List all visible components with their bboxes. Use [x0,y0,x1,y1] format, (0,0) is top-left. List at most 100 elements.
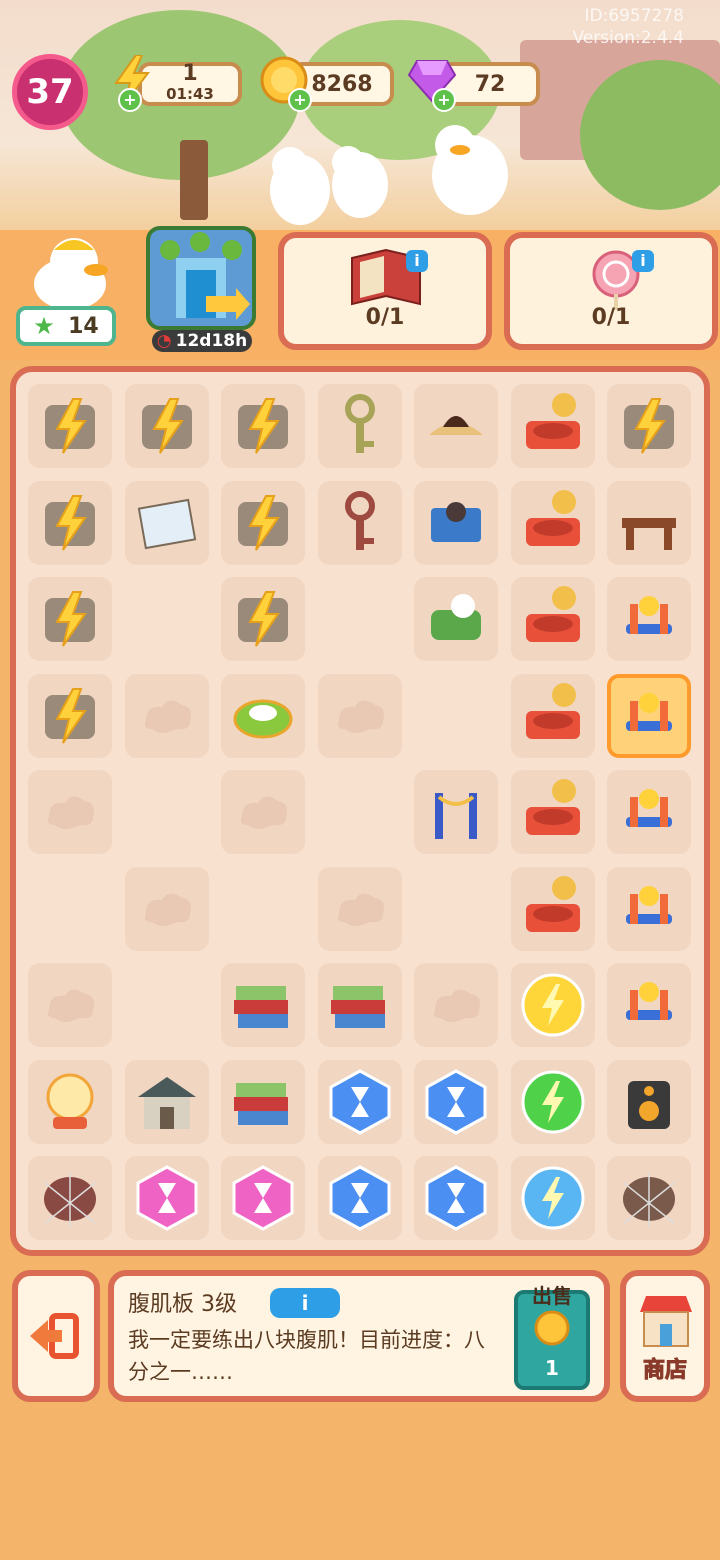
clock-icon: ◔ [156,331,172,351]
board-item-slide-toy[interactable] [607,673,691,758]
board-item-painting-locked[interactable] [124,384,209,468]
board-item-tv-locked[interactable] [28,384,112,468]
fog-icon [47,796,94,829]
board-item-speaker-box[interactable] [607,1059,691,1144]
board-item-hourglass-pink[interactable] [124,1156,209,1240]
board-item-energy-blue[interactable] [510,1156,595,1240]
board-item-fog[interactable] [28,963,112,1047]
shop-label: 商店 [642,1358,687,1384]
board-cell-empty [28,867,112,951]
stage-building-icon [525,779,580,835]
board-item-stage-building[interactable] [510,673,595,758]
board-item-bag-locked[interactable] [221,577,305,661]
sell-button[interactable]: 出售 1 [514,1284,590,1390]
board-item-house[interactable] [124,1059,209,1144]
board-item-fog[interactable] [124,673,209,758]
board-item-bench-locked[interactable] [607,384,691,468]
book-stack-icon [330,986,385,1028]
board-item-book-stack[interactable] [221,963,305,1047]
level-number: 37 [26,72,74,112]
item-info-panel: 腹肌板 3级 i 我一定要练出八块腹肌！目前进度：八分之一…… 出售 1 [108,1270,610,1402]
builder-duck-avatar[interactable] [22,228,118,310]
item-info-button[interactable]: i [270,1288,340,1318]
board-item-film-locked[interactable] [28,480,112,565]
film-locked-icon [45,494,95,551]
board-item-energy-yellow[interactable] [510,963,595,1047]
board-item-cake-web[interactable] [28,1156,112,1240]
board-item-blue-book[interactable] [414,480,498,565]
bench-locked-icon [624,398,674,454]
board-item-rope-barrier[interactable] [414,770,498,854]
add-coins-button[interactable]: + [288,88,312,112]
board-item-stage-locked[interactable] [510,480,595,565]
board-item-fog[interactable] [317,673,402,758]
quest-panel-book[interactable]: i 0/1 [278,232,492,350]
board-item-pirate-hat[interactable] [414,384,498,468]
star-counter[interactable]: ★ 14 [16,306,116,346]
board-cell-empty [318,577,402,661]
board-item-energy-green[interactable] [510,1059,595,1144]
board-item-book-stack[interactable] [317,963,402,1047]
board-item-key-brown[interactable] [317,480,402,565]
board-item-hourglass-blue[interactable] [414,1156,498,1240]
rocker-toy-icon [626,885,672,924]
quest-info-button[interactable]: i [632,250,654,272]
board-item-pillow-bag[interactable] [221,673,305,758]
board-item-stage-building[interactable] [510,866,595,951]
board-item-photo[interactable] [124,480,209,565]
board-item-fog[interactable] [414,963,498,1047]
add-gems-button[interactable]: + [432,88,456,112]
event-gate-button[interactable] [146,226,256,330]
tree-trunk [180,140,208,220]
exit-button[interactable] [12,1270,100,1402]
board-item-book-stack[interactable] [221,1059,305,1144]
board-item-log-web[interactable] [607,1156,691,1240]
bench-icon [622,517,676,550]
version-text: Version:2.4.4 [572,28,685,48]
sell-label: 出售 [532,1284,572,1308]
energy-yellow-icon [521,973,584,1037]
board-item-bag-locked[interactable] [221,384,305,468]
board-item-key-green[interactable] [317,384,402,468]
fog-icon [433,989,480,1022]
board-item-swing-toy[interactable] [607,770,691,854]
film-locked-icon [45,591,95,647]
board-item-hourglass-blue[interactable] [317,1156,402,1240]
hourglass-blue-icon [329,1068,390,1135]
log-web-icon [623,1173,675,1227]
board-item-hourglass-pink[interactable] [221,1156,305,1240]
board-item-exercise-bike[interactable] [607,963,691,1047]
board-item-fog[interactable] [28,770,112,854]
add-energy-button[interactable]: + [118,88,142,112]
board-item-hourglass-blue[interactable] [414,1059,498,1144]
board-item-stage-building[interactable] [510,770,595,854]
board-item-fog[interactable] [221,770,305,854]
key-brown-icon [344,490,375,550]
star-icon: ★ [33,312,55,340]
board-item-film-locked[interactable] [28,577,112,661]
quest-panel-lollipop[interactable]: i 0/1 [504,232,718,350]
board-item-globe-lamp[interactable] [28,1059,112,1144]
quest-progress: 0/1 [365,305,405,330]
energy-blue-icon [521,1166,584,1230]
board-item-stage-building[interactable] [510,577,595,661]
item-description: 我一定要练出八块腹肌！目前进度：八分之一…… [128,1328,485,1384]
board-item-hourglass-blue[interactable] [317,1059,402,1144]
board-item-scroll-bundle[interactable] [414,577,498,661]
board-item-film-locked[interactable] [28,673,112,758]
board-item-bag-locked[interactable] [221,480,305,565]
speaker-box-icon [628,1080,670,1129]
board-item-stage-locked[interactable] [510,384,595,468]
board-item-bench[interactable] [607,480,691,565]
board-cell-empty [221,867,305,951]
fog-icon [47,989,94,1022]
board-item-rocker-toy[interactable] [607,866,691,951]
quest-info-button[interactable]: i [406,250,428,272]
quest-progress: 0/1 [591,305,631,330]
board-item-steering-toy[interactable] [607,577,691,661]
player-level-badge[interactable]: 37 [12,54,88,130]
board-cell-empty [125,577,209,661]
board-item-fog[interactable] [317,866,402,951]
shop-button[interactable]: 商店 [620,1270,710,1402]
board-item-fog[interactable] [124,866,209,951]
